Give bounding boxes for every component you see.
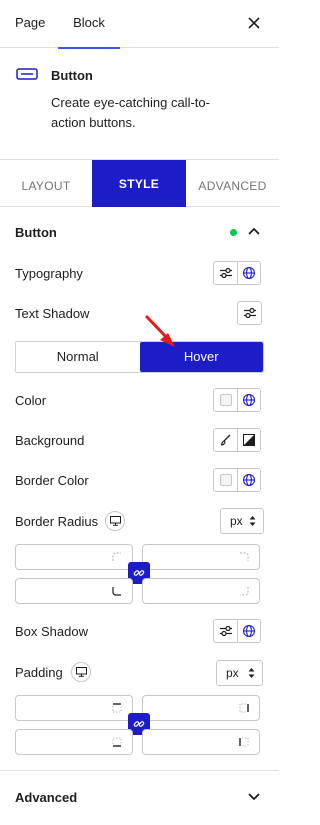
tab-advanced[interactable]: ADVANCED bbox=[186, 160, 279, 207]
typography-label: Typography bbox=[15, 266, 83, 281]
empty-swatch-icon bbox=[219, 394, 232, 406]
sidebar-header-tabs: Page Block bbox=[0, 0, 279, 49]
corner-bottom-left-icon bbox=[112, 587, 121, 596]
chevron-up-icon bbox=[248, 227, 260, 235]
globe-icon bbox=[242, 473, 256, 487]
button-icon bbox=[16, 68, 38, 80]
border-radius-top-right-input[interactable] bbox=[142, 544, 260, 570]
updown-caret-icon bbox=[249, 516, 256, 526]
padding-unit-select[interactable]: px bbox=[216, 660, 263, 686]
tab-block[interactable]: Block bbox=[58, 0, 120, 49]
corner-top-left-icon bbox=[112, 552, 121, 561]
inspector-mode-tabs: LAYOUT STYLE ADVANCED bbox=[0, 160, 279, 207]
link-icon bbox=[133, 721, 145, 727]
border-color-label: Border Color bbox=[15, 473, 89, 488]
side-left-icon bbox=[239, 737, 249, 747]
background-label: Background bbox=[15, 433, 85, 448]
border-radius-label: Border Radius bbox=[15, 514, 99, 529]
typography-controls bbox=[213, 261, 261, 285]
tab-style[interactable]: STYLE bbox=[92, 160, 186, 207]
side-bottom-icon bbox=[112, 737, 122, 747]
box-shadow-label: Box Shadow bbox=[15, 624, 88, 639]
device-desktop-icon[interactable] bbox=[105, 511, 125, 531]
section-title: Button bbox=[15, 225, 57, 240]
brush-icon bbox=[220, 434, 230, 446]
corner-top-right-icon bbox=[240, 552, 249, 561]
gradient-icon bbox=[243, 434, 255, 446]
border-radius-top-left-input[interactable] bbox=[15, 544, 133, 570]
block-description: Create eye-catching call-to-action butto… bbox=[51, 95, 210, 130]
padding-right-input[interactable] bbox=[142, 695, 260, 721]
tab-page[interactable]: Page bbox=[15, 0, 45, 48]
border-color-controls bbox=[213, 468, 261, 492]
text-shadow-controls bbox=[237, 301, 262, 325]
padding-bottom-input[interactable] bbox=[15, 729, 133, 755]
text-shadow-settings-button[interactable] bbox=[238, 302, 261, 324]
typography-global-button[interactable] bbox=[237, 262, 260, 284]
chevron-down-icon bbox=[248, 793, 260, 801]
border-radius-unit-select[interactable]: px bbox=[220, 508, 264, 534]
color-controls bbox=[213, 388, 261, 412]
padding-left-input[interactable] bbox=[142, 729, 260, 755]
typography-settings-button[interactable] bbox=[214, 262, 237, 284]
border-color-swatch-button[interactable] bbox=[214, 469, 237, 491]
sliders-icon bbox=[219, 625, 232, 637]
advanced-section-header[interactable]: Advanced bbox=[0, 771, 279, 819]
border-color-global-button[interactable] bbox=[237, 469, 260, 491]
color-label: Color bbox=[15, 393, 47, 408]
globe-icon bbox=[242, 624, 256, 638]
side-top-icon bbox=[112, 703, 122, 713]
box-shadow-settings-button[interactable] bbox=[214, 620, 237, 642]
unit-value: px bbox=[230, 514, 243, 528]
padding-top-input[interactable] bbox=[15, 695, 133, 721]
box-shadow-global-button[interactable] bbox=[237, 620, 260, 642]
background-controls bbox=[213, 428, 261, 452]
globe-icon bbox=[242, 393, 256, 407]
unit-value: px bbox=[226, 666, 239, 680]
link-icon bbox=[133, 570, 145, 576]
sliders-icon bbox=[243, 307, 256, 319]
border-radius-bottom-left-input[interactable] bbox=[15, 578, 133, 604]
red-arrow-annotation bbox=[145, 315, 175, 347]
text-shadow-label: Text Shadow bbox=[15, 306, 90, 321]
status-dot bbox=[230, 229, 237, 236]
block-title: Button bbox=[51, 68, 93, 83]
color-global-button[interactable] bbox=[237, 389, 260, 411]
side-right-icon bbox=[239, 703, 249, 713]
section-title: Advanced bbox=[15, 790, 78, 805]
padding-label: Padding bbox=[15, 665, 63, 680]
state-normal-button[interactable]: Normal bbox=[16, 342, 140, 372]
updown-caret-icon bbox=[248, 668, 255, 678]
background-color-button[interactable] bbox=[214, 429, 237, 451]
device-desktop-icon[interactable] bbox=[71, 662, 91, 682]
color-swatch-button[interactable] bbox=[214, 389, 237, 411]
button-section-header[interactable]: Button bbox=[0, 208, 279, 256]
background-gradient-button[interactable] bbox=[237, 429, 260, 451]
sliders-icon bbox=[219, 267, 232, 279]
globe-icon bbox=[242, 266, 256, 280]
close-icon[interactable] bbox=[245, 14, 263, 32]
tab-layout[interactable]: LAYOUT bbox=[0, 160, 92, 207]
box-shadow-controls bbox=[213, 619, 261, 643]
border-radius-bottom-right-input[interactable] bbox=[142, 578, 260, 604]
empty-swatch-icon bbox=[219, 474, 232, 486]
corner-bottom-right-icon bbox=[240, 587, 249, 596]
